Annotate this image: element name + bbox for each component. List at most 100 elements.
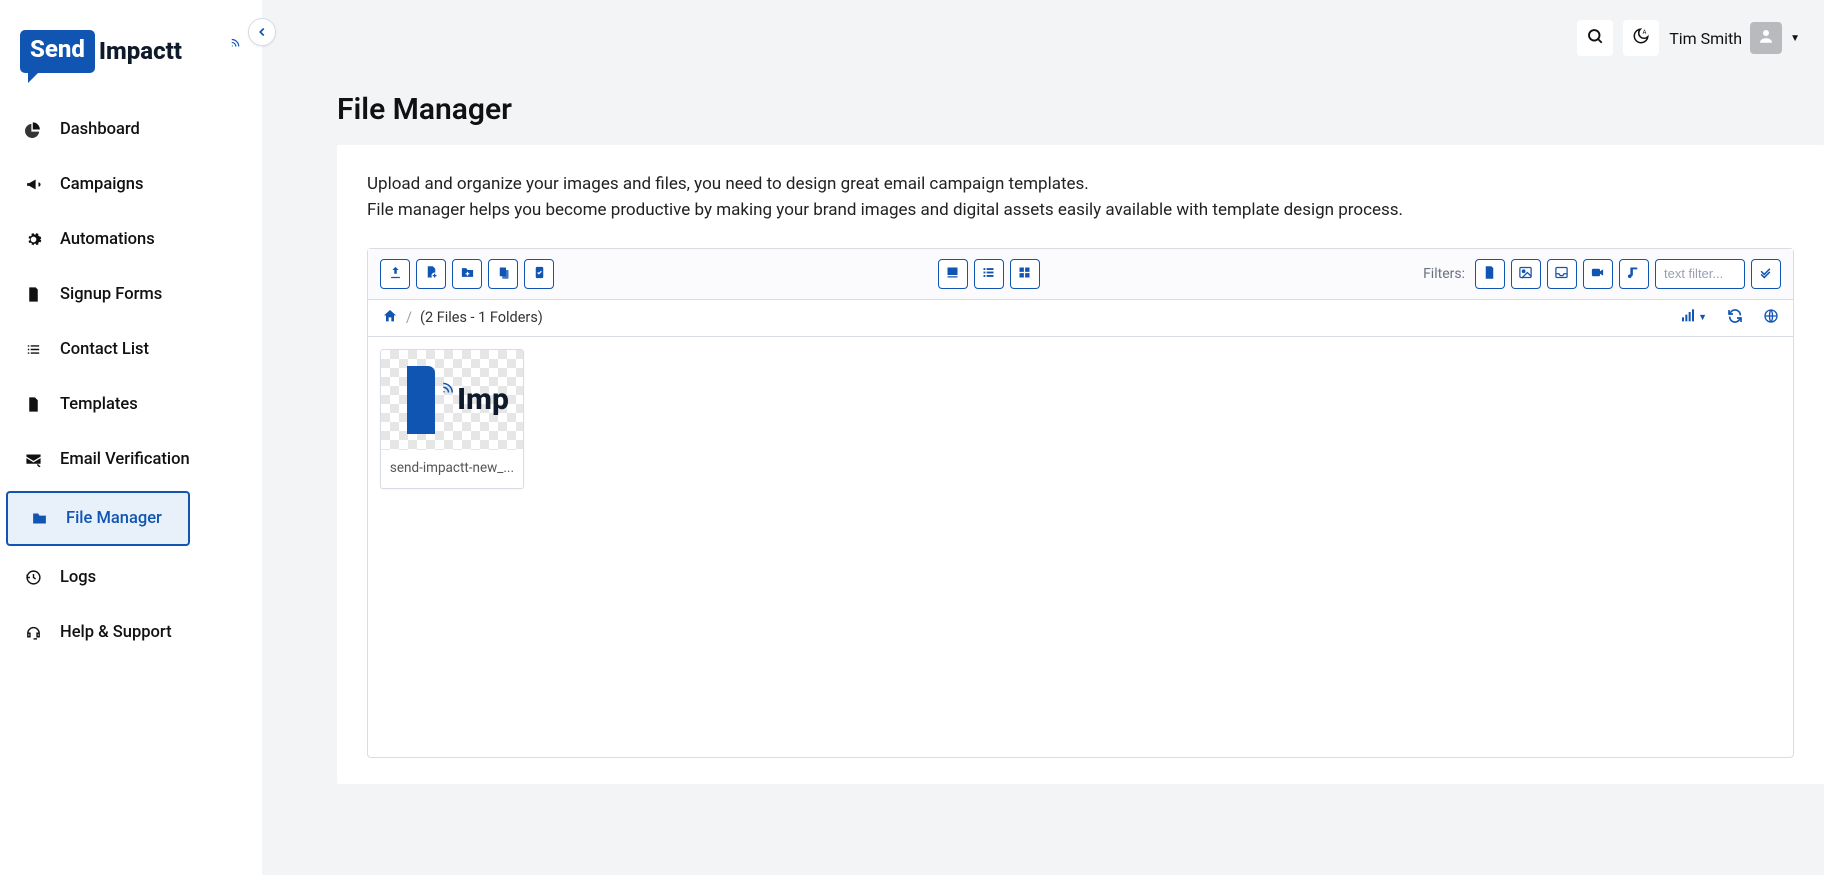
breadcrumb-home[interactable] [382, 308, 398, 328]
paste-icon [496, 265, 511, 283]
content-panel: Upload and organize your images and file… [337, 145, 1824, 784]
filter-archives-button[interactable] [1547, 259, 1577, 289]
main-content: A Tim Smith ▼ File Manager Upload and or… [262, 0, 1824, 875]
breadcrumb-stats: (2 Files - 1 Folders) [420, 309, 543, 326]
mailcheck-icon [24, 451, 42, 468]
image-icon [1518, 265, 1533, 283]
history-icon [24, 569, 42, 586]
wifi-icon [439, 391, 457, 409]
file-icon [1482, 265, 1497, 283]
double-check-icon [1758, 265, 1773, 283]
language-button[interactable] [1763, 308, 1779, 328]
sidebar-item-label: File Manager [66, 509, 162, 528]
file-manager: Filters: [367, 248, 1794, 758]
svg-text:A: A [1643, 29, 1647, 36]
file-plus-icon [424, 265, 439, 283]
filters-label: Filters: [1423, 266, 1465, 282]
sidebar-item-label: Contact List [60, 340, 149, 359]
pie-icon [24, 121, 42, 138]
upload-button[interactable] [380, 259, 410, 289]
wifi-icon [230, 28, 244, 56]
file-name: send-impactt-new_... [381, 450, 523, 488]
fm-actions-left [380, 259, 554, 289]
sidebar-item-logs[interactable]: Logs [0, 550, 262, 605]
sidebar-item-dashboard[interactable]: Dashboard [0, 102, 262, 157]
sidebar-item-label: Automations [60, 230, 155, 249]
sidebar-item-campaigns[interactable]: Campaigns [0, 157, 262, 212]
file-thumbnail: Imp [381, 350, 523, 450]
new-folder-button[interactable] [452, 259, 482, 289]
fm-toolbar: Filters: [368, 249, 1793, 300]
upload-icon [388, 265, 403, 283]
filter-videos-button[interactable] [1583, 259, 1613, 289]
new-file-button[interactable] [416, 259, 446, 289]
doc-icon [24, 396, 42, 413]
sidebar-item-label: Templates [60, 395, 138, 414]
grid-icon [1017, 265, 1032, 283]
sidebar-item-automations[interactable]: Automations [0, 212, 262, 267]
moon-auto-icon: A [1632, 27, 1650, 49]
clipboard-check-icon [532, 265, 547, 283]
view-large-button[interactable] [938, 259, 968, 289]
search-icon [1586, 27, 1604, 49]
page-intro: Upload and organize your images and file… [367, 171, 1794, 224]
grid-large-icon [945, 265, 960, 283]
sidebar-item-signup-forms[interactable]: Signup Forms [0, 267, 262, 322]
chevron-down-icon: ▼ [1698, 312, 1707, 323]
video-icon [1590, 265, 1605, 283]
folder-plus-icon [460, 265, 475, 283]
chevron-down-icon: ▼ [1790, 33, 1800, 44]
fm-view-switch [938, 259, 1040, 289]
brand-logo-part2: Impactt [99, 37, 182, 65]
sidebar-item-templates[interactable]: Templates [0, 377, 262, 432]
fm-filters: Filters: [1423, 259, 1781, 289]
sidebar-item-label: Logs [60, 568, 96, 587]
form-icon [24, 286, 42, 303]
brand-logo-part1: Send [20, 30, 95, 73]
sidebar-item-label: Campaigns [60, 175, 143, 194]
user-menu[interactable]: Tim Smith ▼ [1669, 22, 1800, 54]
refresh-button[interactable] [1727, 308, 1743, 328]
page-title: File Manager [337, 92, 1824, 127]
inbox-icon [1554, 265, 1569, 283]
headset-icon [24, 624, 42, 641]
gears-icon [24, 231, 42, 248]
paste-button[interactable] [488, 259, 518, 289]
sidebar-item-help-support[interactable]: Help & Support [0, 605, 262, 660]
sidebar-item-file-manager[interactable]: File Manager [6, 491, 190, 546]
refresh-icon [1727, 311, 1743, 328]
person-icon [1757, 27, 1775, 49]
sort-size-button[interactable]: ▼ [1680, 308, 1707, 328]
intro-line: Upload and organize your images and file… [367, 171, 1794, 197]
bullhorn-icon [24, 176, 42, 193]
folder-icon [30, 510, 48, 527]
intro-line: File manager helps you become productive… [367, 197, 1794, 223]
brand-logo[interactable]: Send Impactt [20, 30, 242, 72]
topbar: A Tim Smith ▼ [262, 0, 1824, 56]
clipboard-check-button[interactable] [524, 259, 554, 289]
sidebar-item-contact-list[interactable]: Contact List [0, 322, 262, 377]
sidebar-item-label: Signup Forms [60, 285, 162, 304]
sidebar: Send Impactt Dashboard Campaigns Automat… [0, 0, 262, 875]
sidebar-item-label: Email Verification [60, 450, 190, 469]
filter-images-button[interactable] [1511, 259, 1541, 289]
apply-filter-button[interactable] [1751, 259, 1781, 289]
file-item[interactable]: Imp send-impactt-new_... [380, 349, 524, 489]
fm-file-grid: Imp send-impactt-new_... [368, 337, 1793, 757]
sidebar-item-email-verification[interactable]: Email Verification [0, 432, 262, 487]
filter-files-button[interactable] [1475, 259, 1505, 289]
fm-breadcrumb-row: / (2 Files - 1 Folders) ▼ [368, 300, 1793, 337]
sidebar-item-label: Dashboard [60, 120, 140, 139]
filter-audio-button[interactable] [1619, 259, 1649, 289]
search-button[interactable] [1577, 20, 1613, 56]
avatar [1750, 22, 1782, 54]
sidebar-item-label: Help & Support [60, 623, 172, 642]
signal-icon [1680, 308, 1696, 328]
theme-toggle-button[interactable]: A [1623, 20, 1659, 56]
text-filter-input[interactable] [1655, 259, 1745, 289]
view-list-button[interactable] [974, 259, 1004, 289]
user-name: Tim Smith [1669, 29, 1742, 48]
sidebar-collapse-button[interactable] [248, 18, 276, 46]
view-grid-button[interactable] [1010, 259, 1040, 289]
list-icon [24, 341, 42, 358]
